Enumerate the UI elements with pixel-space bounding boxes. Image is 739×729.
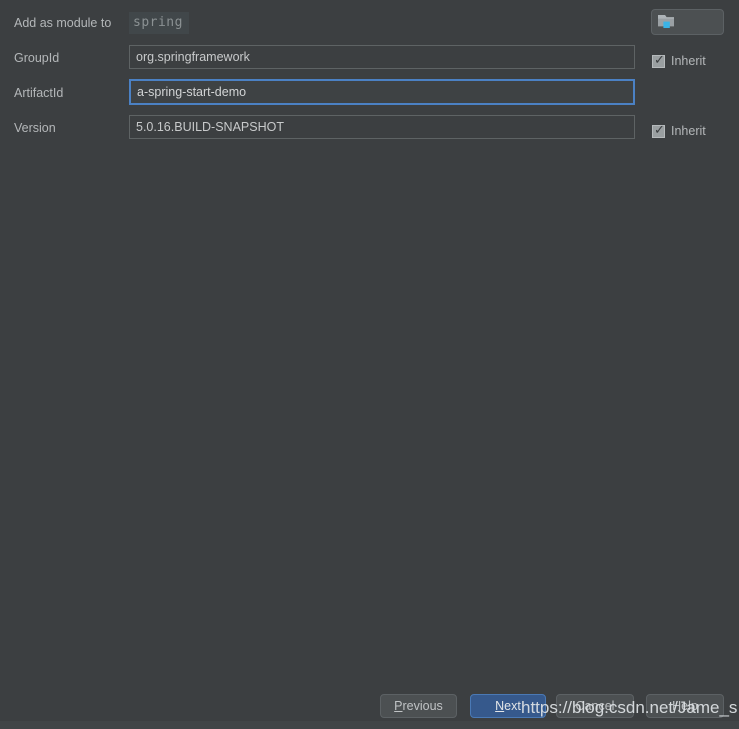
groupid-inherit-label: Inherit xyxy=(671,54,706,68)
cancel-button[interactable]: Cancel xyxy=(556,694,634,718)
artifactid-row: ArtifactId xyxy=(0,79,739,106)
previous-button-label: revious xyxy=(402,699,443,713)
new-module-dialog-body: Add as module to spring GroupId ✓ Inheri… xyxy=(0,0,739,684)
version-inherit-checkbox[interactable]: ✓ xyxy=(652,122,665,138)
browse-folder-button[interactable] xyxy=(651,9,724,35)
version-input[interactable] xyxy=(129,115,635,139)
help-button-label: Help xyxy=(672,699,698,713)
next-button-mnemonic: N xyxy=(495,699,505,713)
previous-button-mnemonic: P xyxy=(394,699,403,713)
groupid-inherit-checkbox[interactable]: ✓ xyxy=(652,52,665,68)
dialog-bottom-strip xyxy=(0,721,739,729)
check-icon: ✓ xyxy=(654,52,665,68)
groupid-input[interactable] xyxy=(129,45,635,69)
version-row: Version xyxy=(0,115,739,141)
version-inherit-group[interactable]: ✓ Inherit xyxy=(652,120,706,142)
folder-icon xyxy=(658,14,676,30)
artifactid-input[interactable] xyxy=(129,79,635,105)
groupid-row: GroupId xyxy=(0,45,739,71)
add-as-module-row: Add as module to spring xyxy=(0,10,739,36)
add-as-module-value: spring xyxy=(129,12,189,34)
version-label: Version xyxy=(14,121,56,135)
artifactid-label: ArtifactId xyxy=(14,86,64,100)
next-button[interactable]: Next xyxy=(470,694,546,718)
add-as-module-label: Add as module to xyxy=(14,16,112,30)
groupid-inherit-group[interactable]: ✓ Inherit xyxy=(652,50,706,72)
help-button[interactable]: Help xyxy=(646,694,724,718)
groupid-label: GroupId xyxy=(14,51,60,65)
check-icon: ✓ xyxy=(654,122,665,138)
previous-button[interactable]: Previous xyxy=(380,694,457,718)
next-button-label: ext xyxy=(504,699,521,713)
cancel-button-label: Cancel xyxy=(575,699,615,713)
version-inherit-label: Inherit xyxy=(671,124,706,138)
